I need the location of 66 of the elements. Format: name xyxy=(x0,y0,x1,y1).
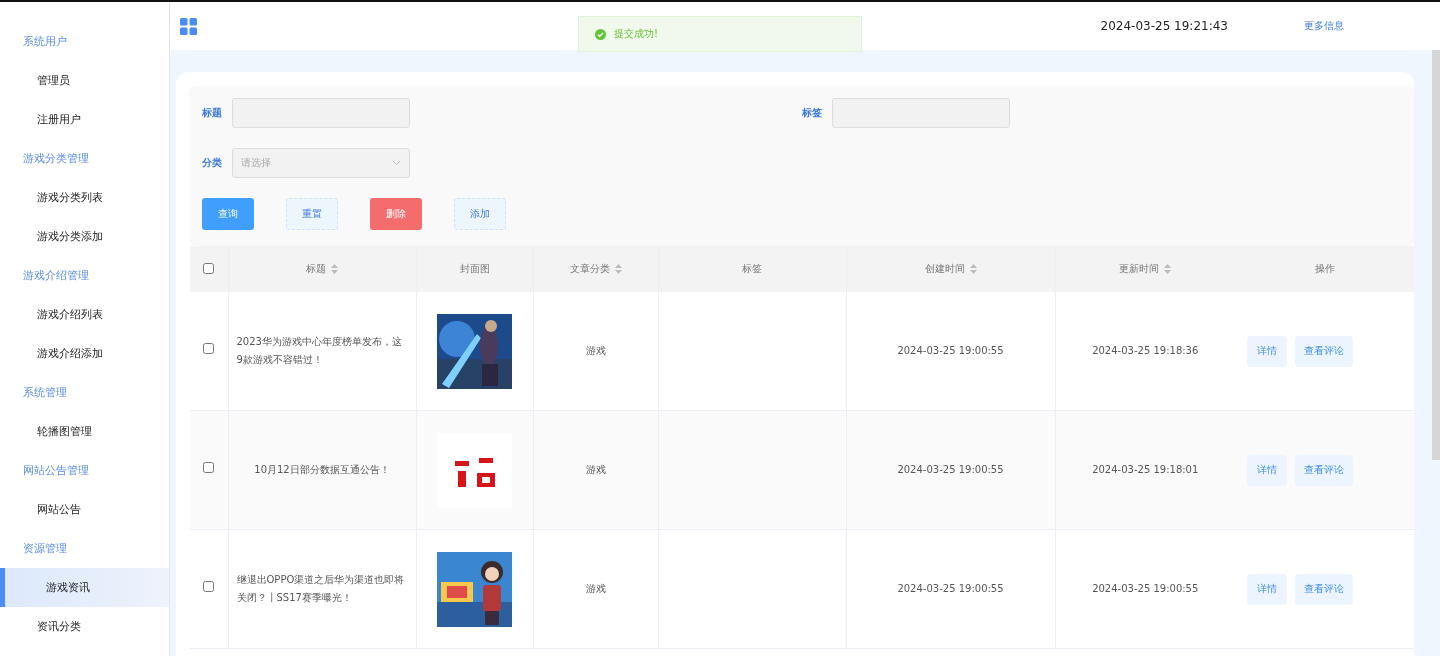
column-header: 标题 xyxy=(306,263,326,274)
input-field[interactable] xyxy=(232,98,410,128)
action-button[interactable]: 查看评论 xyxy=(1295,573,1353,605)
field-label: 标签 xyxy=(802,106,822,120)
action-button[interactable]: 查看评论 xyxy=(1295,335,1353,367)
menu-group-title[interactable]: 网站公告管理 xyxy=(0,451,169,490)
table-cell: 2024-03-25 19:00:55 xyxy=(897,583,1004,594)
menu-group-title[interactable]: 系统用户 xyxy=(0,22,169,61)
menu-item[interactable]: 注册用户 xyxy=(0,100,169,139)
filter-button[interactable]: 重置 xyxy=(286,198,338,230)
menu-group-title[interactable]: 游戏介绍管理 xyxy=(0,256,169,295)
menu-item[interactable]: 管理员 xyxy=(0,61,169,100)
sort-icon[interactable] xyxy=(969,264,977,274)
menu-item[interactable]: 资讯分类 xyxy=(0,607,169,646)
action-button[interactable]: 详情 xyxy=(1247,454,1287,486)
column-header: 更新时间 xyxy=(1119,263,1160,274)
menu-item[interactable]: 游戏介绍列表 xyxy=(0,295,169,334)
scrollbar[interactable] xyxy=(1432,50,1440,460)
menu-group-title[interactable]: 游戏分类管理 xyxy=(0,139,169,178)
menu-group-title[interactable]: 系统管理 xyxy=(0,373,169,412)
menu-item[interactable]: 轮播图管理 xyxy=(0,412,169,451)
toast-message: 提交成功! xyxy=(614,27,658,41)
table-cell: 2024-03-25 19:00:55 xyxy=(897,345,1004,356)
menu-item[interactable]: 游戏分类列表 xyxy=(0,178,169,217)
column-header: 操作 xyxy=(1314,263,1335,274)
current-datetime: 2024-03-25 19:21:43 xyxy=(1100,19,1228,33)
table-cell: 游戏 xyxy=(585,583,606,594)
menu-group-title[interactable]: 资源管理 xyxy=(0,529,169,568)
field-label: 标题 xyxy=(202,106,222,120)
chevron-down-icon xyxy=(392,160,401,166)
column-header: 封面图 xyxy=(459,263,490,274)
table-cell: 2024-03-25 19:18:01 xyxy=(1092,464,1199,475)
row-checkbox[interactable] xyxy=(203,343,215,354)
menu-item[interactable]: 网站公告 xyxy=(0,490,169,529)
table-cell: 2024-03-25 19:00:55 xyxy=(897,464,1004,475)
sort-icon[interactable] xyxy=(1164,264,1172,274)
action-button[interactable]: 详情 xyxy=(1247,335,1287,367)
column-header: 标签 xyxy=(742,263,762,274)
table-cell: 游戏 xyxy=(585,345,606,356)
action-button[interactable]: 详情 xyxy=(1247,573,1287,605)
check-circle-icon xyxy=(595,28,606,40)
table-cell: 继退出OPPO渠道之后华为渠道也即将关闭？丨SS17赛季曝光！ xyxy=(236,574,405,603)
filter-button[interactable]: 删除 xyxy=(370,198,422,230)
filter-button[interactable]: 查询 xyxy=(202,198,254,230)
menu-item[interactable]: 游戏介绍添加 xyxy=(0,334,169,373)
grid-menu-icon[interactable] xyxy=(180,17,197,35)
filter-button[interactable]: 添加 xyxy=(454,198,506,230)
table-cell: 游戏 xyxy=(585,464,606,475)
sort-icon[interactable] xyxy=(331,264,338,274)
action-button[interactable]: 查看评论 xyxy=(1295,454,1353,486)
input-field[interactable] xyxy=(832,98,1010,128)
table-cell: 2024-03-25 19:00:55 xyxy=(1092,583,1199,594)
menu-item[interactable]: 游戏分类添加 xyxy=(0,217,169,256)
category-select[interactable]: 请选择 xyxy=(232,148,410,178)
more-info-link[interactable]: 更多信息 xyxy=(1304,19,1344,33)
table-cell: 2024-03-25 19:18:36 xyxy=(1092,345,1199,356)
field-label: 分类 xyxy=(202,156,222,170)
column-header: 文章分类 xyxy=(569,263,610,274)
table-cell: 10月12日部分数据互通公告！ xyxy=(254,464,390,475)
row-checkbox[interactable] xyxy=(203,581,215,592)
select-all-checkbox[interactable] xyxy=(203,262,215,274)
menu-item[interactable]: 游戏资讯 xyxy=(0,568,169,607)
sort-icon[interactable] xyxy=(614,264,622,274)
table-cell: 2023华为游戏中心年度榜单发布，这9款游戏不容错过！ xyxy=(236,336,402,365)
column-header: 创建时间 xyxy=(924,263,965,274)
row-checkbox[interactable] xyxy=(203,462,215,473)
